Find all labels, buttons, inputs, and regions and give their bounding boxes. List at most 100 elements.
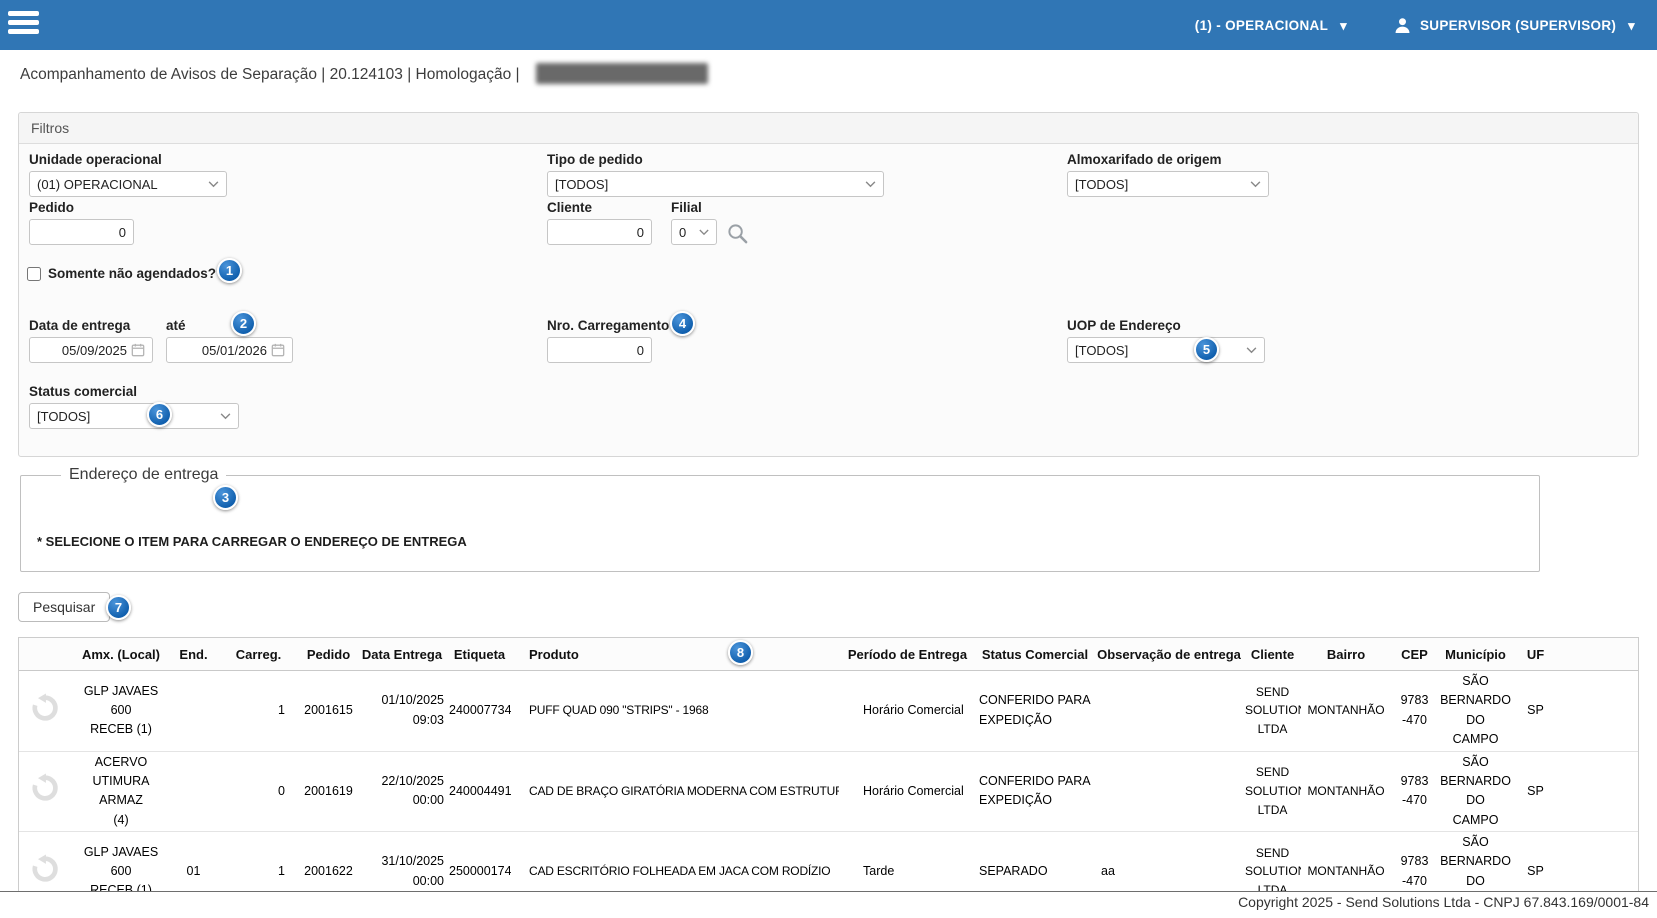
col-header-spacer [1558,638,1639,671]
table-row[interactable]: ACERVO UTIMURA ARMAZ (4)0200161922/10/20… [19,751,1639,832]
data-entrega-ate-input[interactable]: 05/01/2026 [166,337,293,363]
cell-end: 01 [171,832,216,892]
filters-panel-header: Filtros [19,113,1638,144]
user-name-label: SUPERVISOR (SUPERVISOR) [1420,18,1616,33]
cell-action[interactable] [19,671,71,752]
chevron-down-icon: ▾ [1340,19,1347,32]
redacted-text [536,63,708,84]
field-filial: Filial 0 [671,200,717,245]
status-comercial-value: [TODOS] [37,409,220,424]
cell-status-comercial: CONFERIDO PARA EXPEDIÇÃO [976,751,1094,832]
somente-nao-agendados-checkbox[interactable] [27,267,41,281]
data-entrega-de-value: 05/09/2025 [37,343,131,358]
cell-data-entrega: 31/10/2025 00:00 [356,832,448,892]
data-entrega-ate-value: 05/01/2026 [174,343,271,358]
annotation-badge-3: 3 [213,485,238,510]
calendar-icon[interactable] [131,343,145,357]
cell-municipio: SÃO BERNARDO DO CAMPO [1438,671,1513,752]
cell-periodo-entrega: Horário Comercial [839,751,976,832]
cell-municipio: SÃO BERNARDO DO CAMPO [1438,832,1513,892]
data-entrega-de-input[interactable]: 05/09/2025 [29,337,153,363]
uop-endereco-select[interactable]: [TODOS] [1067,337,1265,363]
col-header-data-entrega: Data Entrega [356,638,448,671]
cell-status-comercial: CONFERIDO PARA EXPEDIÇÃO [976,671,1094,752]
user-icon [1393,16,1412,35]
hamburger-menu-icon[interactable] [8,11,39,38]
field-tipo-pedido: Tipo de pedido [TODOS] [547,152,884,197]
chevron-down-icon [865,181,876,188]
chevron-down-icon [220,413,231,420]
cell-amx-local: ACERVO UTIMURA ARMAZ (4) [71,751,171,832]
cell-bairro: MONTANHÃO [1301,671,1391,752]
cell-cep: 9783 -470 [1391,832,1438,892]
cell-action[interactable] [19,751,71,832]
col-header-municipio: Município [1438,638,1513,671]
filial-select[interactable]: 0 [671,219,717,245]
pedido-value: 0 [119,225,126,240]
cell-observacao-entrega: aa [1094,832,1244,892]
nro-carregamento-value: 0 [637,343,644,358]
cell-produto: PUFF QUAD 090 "STRIPS" - 1968 [511,671,839,752]
uop-endereco-label: UOP de Endereço [1067,318,1265,333]
operational-unit-dropdown[interactable]: (1) - OPERACIONAL ▾ [1195,18,1347,33]
chevron-down-icon [208,181,219,188]
cell-action[interactable] [19,832,71,892]
chevron-down-icon [1246,347,1257,354]
field-status-comercial: Status comercial [TODOS] ? [29,384,239,429]
results-table-container[interactable]: Amx. (Local)End.Carreg.PedidoData Entreg… [18,637,1639,891]
cell-end [171,671,216,752]
field-somente-nao-agendados: Somente não agendados? [27,266,216,281]
cell-spacer [1558,751,1639,832]
cell-uf: SP [1513,751,1558,832]
unidade-operacional-value: (01) OPERACIONAL [37,177,208,192]
search-client-icon[interactable] [726,222,749,250]
pedido-input[interactable]: 0 [29,219,134,245]
cell-municipio: SÃO BERNARDO DO CAMPO [1438,751,1513,832]
unidade-operacional-select[interactable]: (01) OPERACIONAL [29,171,227,197]
cliente-input[interactable]: 0 [547,219,652,245]
calendar-icon[interactable] [271,343,285,357]
annotation-badge-5: 5 [1194,337,1219,362]
reload-row-icon[interactable] [30,693,60,723]
field-almoxarifado-origem: Almoxarifado de origem [TODOS] [1067,152,1269,197]
cell-status-comercial: SEPARADO [976,832,1094,892]
copyright-text: Copyright 2025 - Send Solutions Ltda - C… [0,892,1657,912]
table-row[interactable]: GLP JAVAES 600 RECEB (1)1200161501/10/20… [19,671,1639,752]
reload-row-icon[interactable] [30,773,60,803]
status-comercial-select[interactable]: [TODOS] [29,403,239,429]
cell-produto: CAD DE BRAÇO GIRATÓRIA MODERNA COM ESTRU… [511,751,839,832]
field-unidade-operacional: Unidade operacional (01) OPERACIONAL [29,152,227,197]
chevron-down-icon [1250,181,1261,188]
chevron-down-icon: ▾ [1628,19,1635,32]
almoxarifado-origem-select[interactable]: [TODOS] [1067,171,1269,197]
col-header-observacao-entrega: Observação de entrega [1094,638,1244,671]
cell-end [171,751,216,832]
cell-pedido: 2001619 [301,751,356,832]
title-bar: Acompanhamento de Avisos de Separação | … [0,50,1657,97]
cell-pedido: 2001622 [301,832,356,892]
nro-carregamento-label: Nro. Carregamento [547,318,669,333]
tipo-pedido-select[interactable]: [TODOS] [547,171,884,197]
annotation-badge-7: 7 [106,595,131,620]
pesquisar-button[interactable]: Pesquisar [18,592,110,622]
filial-value: 0 [679,225,699,240]
cell-bairro: MONTANHÃO [1301,751,1391,832]
endereco-entrega-legend: Endereço de entrega [61,466,226,484]
nro-carregamento-input[interactable]: 0 [547,337,652,363]
cell-cep: 9783 -470 [1391,751,1438,832]
tipo-pedido-value: [TODOS] [555,177,865,192]
top-navbar: (1) - OPERACIONAL ▾ SUPERVISOR (SUPERVIS… [0,0,1657,50]
table-row[interactable]: GLP JAVAES 600 RECEB (1)011200162231/10/… [19,832,1639,892]
app-window: (1) - OPERACIONAL ▾ SUPERVISOR (SUPERVIS… [0,0,1657,918]
ate-label: até [166,318,186,333]
cell-carreg: 1 [216,832,301,892]
endereco-entrega-note: * SELECIONE O ITEM PARA CARREGAR O ENDER… [37,534,467,549]
reload-row-icon[interactable] [30,854,60,884]
user-menu-dropdown[interactable]: SUPERVISOR (SUPERVISOR) ▾ [1393,16,1635,35]
field-pedido: Pedido 0 [29,200,134,245]
filial-label: Filial [671,200,717,215]
pedido-label: Pedido [29,200,134,215]
cell-uf: SP [1513,671,1558,752]
cell-spacer [1558,832,1639,892]
cell-bairro: MONTANHÃO [1301,832,1391,892]
